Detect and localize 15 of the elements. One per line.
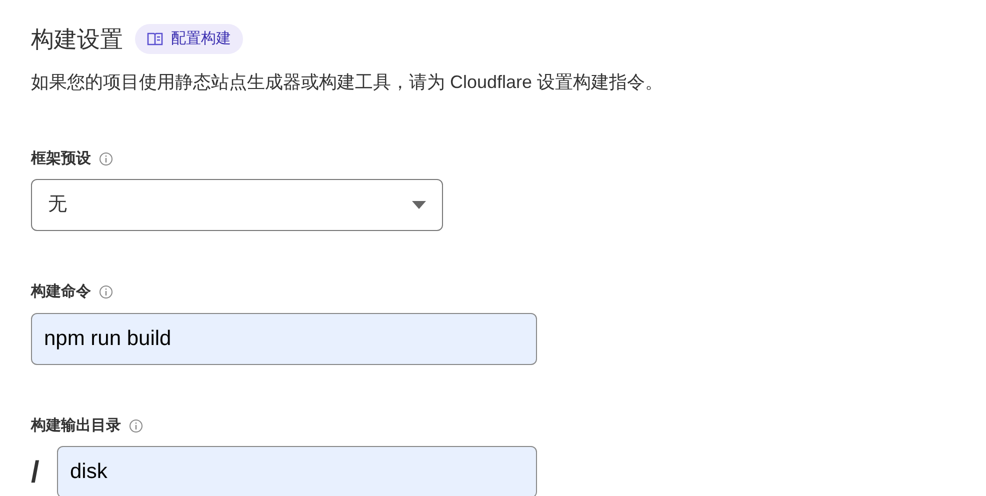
input-field[interactable]: npm run build [31, 312, 537, 364]
section-description: 如果您的项目使用静态站点生成器或构建工具，请为 Cloudflare 设置构建指令。 [31, 70, 664, 94]
book-icon [147, 32, 163, 46]
path-prefix: / [31, 454, 40, 490]
caret-icon [412, 201, 426, 209]
docs-link[interactable]: 配置构建 [135, 24, 243, 54]
info-icon[interactable] [129, 418, 143, 433]
field-label: 框架预设 [31, 148, 91, 168]
section-title: 构建设置 [31, 25, 123, 54]
input-field[interactable]: disk [57, 446, 537, 496]
framework-select[interactable]: 无 [31, 179, 443, 231]
field-label: 构建输出目录 [31, 416, 121, 436]
info-icon[interactable] [99, 285, 113, 300]
field-label: 构建命令 [31, 282, 91, 302]
info-icon[interactable] [99, 152, 113, 166]
